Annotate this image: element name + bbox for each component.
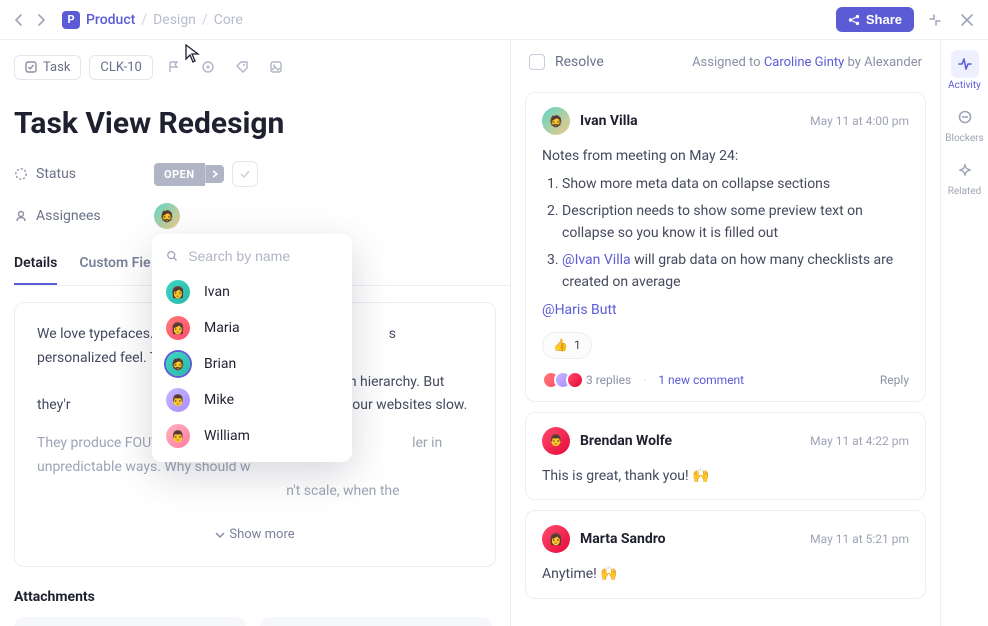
show-more-button[interactable]: Show more [37, 518, 473, 546]
image-icon[interactable] [263, 54, 289, 80]
status-badge[interactable]: OPEN [154, 163, 205, 186]
assignee-option-maria[interactable]: 👩Maria [152, 310, 352, 346]
flag-icon[interactable] [161, 54, 187, 80]
task-type-pill[interactable]: Task [14, 55, 81, 80]
comment-avatar: 🧔 [542, 107, 570, 135]
person-icon [14, 209, 28, 223]
activity-icon [957, 56, 973, 72]
rail-related[interactable]: Related [941, 156, 988, 197]
reaction-chip[interactable]: 👍 1 [542, 332, 592, 359]
task-check-icon [25, 61, 37, 73]
assignee-option-mike[interactable]: 👨Mike [152, 382, 352, 418]
replies-link[interactable]: 3 replies [586, 373, 631, 387]
status-icon [14, 167, 28, 181]
status-dropdown[interactable] [205, 165, 224, 183]
attachments-heading: Attachments [14, 589, 510, 605]
comment-time: May 11 at 4:00 pm [810, 114, 909, 128]
comment-card: 🧔 Ivan Villa May 11 at 4:00 pm Notes fro… [525, 92, 926, 402]
comment-author: Ivan Villa [580, 113, 638, 129]
mention-link[interactable]: @Haris Butt [542, 302, 617, 318]
task-id-pill[interactable]: CLK-10 [89, 55, 152, 80]
close-button[interactable] [956, 9, 978, 31]
assigned-info: Assigned to Caroline Ginty by Alexander [692, 55, 922, 70]
tab-details[interactable]: Details [14, 245, 57, 285]
reply-avatars [542, 371, 578, 389]
product-badge-icon: P [62, 11, 80, 29]
nav-forward-button[interactable] [30, 9, 52, 31]
comment-avatar: 👩 [542, 525, 570, 553]
share-button[interactable]: Share [836, 7, 914, 32]
resolve-checkbox[interactable] [529, 54, 545, 70]
search-icon [166, 249, 178, 263]
assignee-search-input[interactable] [188, 248, 338, 264]
assignee-avatar[interactable]: 🧔 [154, 203, 180, 229]
new-comment-link[interactable]: 1 new comment [658, 373, 744, 387]
page-title: Task View Redesign [14, 106, 510, 141]
mouse-cursor-icon [185, 44, 201, 64]
share-icon [848, 14, 860, 26]
rail-activity[interactable]: Activity [941, 50, 988, 91]
comment-author: Brendan Wolfe [580, 433, 672, 449]
comment-card: 👩 Marta Sandro May 11 at 5:21 pm Anytime… [525, 510, 926, 598]
assignee-option-ivan[interactable]: 👩Ivan [152, 274, 352, 310]
attachment-placeholder[interactable] [260, 617, 492, 626]
assignee-option-brian[interactable]: 🧔Brian [152, 346, 352, 382]
attachment-placeholder[interactable] [14, 617, 246, 626]
comment-avatar: 👨 [542, 427, 570, 455]
assignee-option-william[interactable]: 👨William [152, 418, 352, 454]
tab-custom-fields[interactable]: Custom Fie [79, 245, 150, 285]
chevron-down-icon [215, 532, 225, 538]
nav-back-button[interactable] [8, 9, 30, 31]
comment-time: May 11 at 5:21 pm [810, 532, 909, 546]
comment-time: May 11 at 4:22 pm [810, 434, 909, 448]
related-icon [957, 162, 973, 178]
comment-card: 👨 Brendan Wolfe May 11 at 4:22 pm This i… [525, 412, 926, 500]
resolve-label[interactable]: Resolve [555, 54, 604, 70]
tag-icon[interactable] [229, 54, 255, 80]
status-complete-button[interactable] [232, 161, 258, 187]
collapse-icon[interactable] [924, 9, 946, 31]
comment-author: Marta Sandro [580, 531, 666, 547]
rail-blockers[interactable]: Blockers [941, 103, 988, 144]
breadcrumb-root[interactable]: Product [86, 12, 135, 28]
breadcrumb-leaf[interactable]: Core [214, 12, 243, 28]
reply-button[interactable]: Reply [880, 373, 909, 387]
mention-link[interactable]: @Ivan Villa [562, 252, 631, 268]
blockers-icon [957, 109, 973, 125]
assignee-popover: 👩Ivan 👩Maria 🧔Brian 👨Mike 👨William [152, 234, 352, 462]
breadcrumb-mid[interactable]: Design [153, 12, 196, 28]
